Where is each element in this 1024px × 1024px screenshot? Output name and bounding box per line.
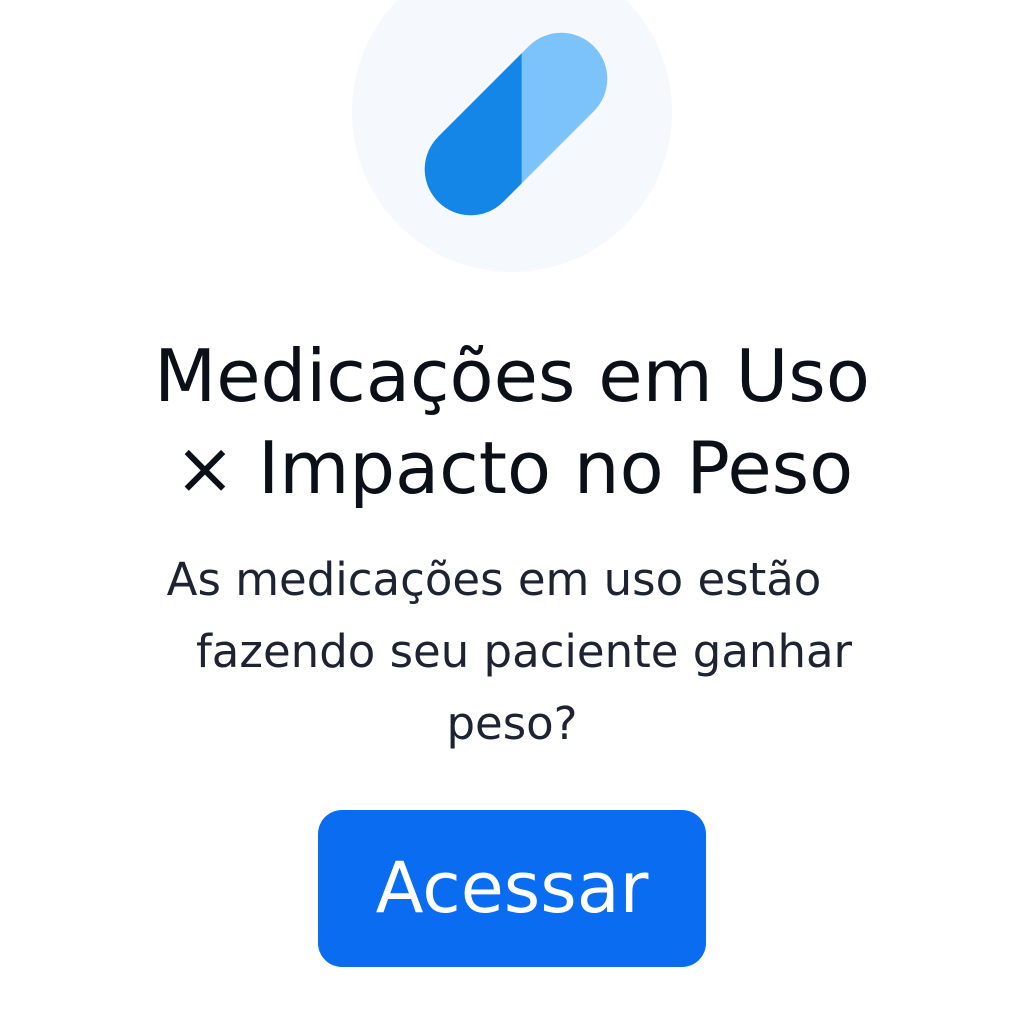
icon-badge [352, 0, 672, 272]
title-line-2: × Impacto no Peso [174, 426, 854, 510]
description-line-1: As medicações em uso estão [166, 553, 822, 606]
description-text: As medicações em uso estão fazendo seu p… [0, 544, 1024, 760]
medication-weight-card: Medicações em Uso × Impacto no Peso As m… [0, 0, 1024, 1024]
description-line-2: fazendo seu paciente ganhar [195, 625, 853, 678]
pill-icon [405, 13, 627, 235]
page-title: Medicações em Uso × Impacto no Peso [0, 330, 1024, 514]
access-button[interactable]: Acessar [318, 810, 706, 967]
title-line-1: Medicações em Uso [154, 334, 870, 418]
description-line-3: peso? [446, 697, 578, 750]
